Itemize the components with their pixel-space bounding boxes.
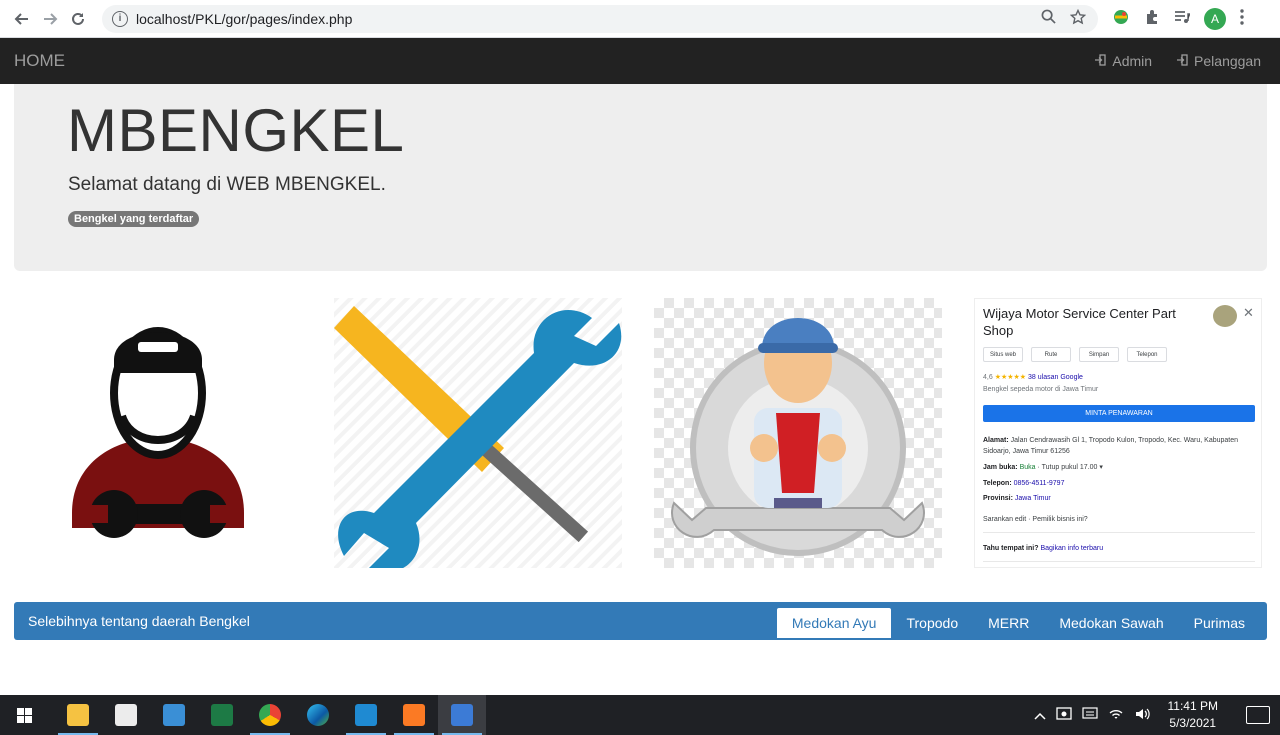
extensions-puzzle-icon[interactable] xyxy=(1144,9,1160,29)
tab-merr[interactable]: MERR xyxy=(973,608,1044,638)
taskbar-contacts[interactable] xyxy=(150,695,198,735)
taskbar-store[interactable] xyxy=(102,695,150,735)
taskbar-chrome[interactable] xyxy=(246,695,294,735)
panel-title: Selebihnya tentang daerah Bengkel xyxy=(28,613,250,629)
login-icon xyxy=(1094,53,1107,69)
tray-app-icon[interactable] xyxy=(1055,706,1072,725)
tab-medokan-sawah[interactable]: Medokan Sawah xyxy=(1044,608,1178,638)
business-address: Alamat: Jalan Cendrawasih Gl 1, Tropodo … xyxy=(983,437,1239,455)
business-phone: Telepon: 0856-4511-9797 xyxy=(983,480,1065,487)
xampp-icon xyxy=(403,704,425,726)
extension-globe-icon[interactable] xyxy=(1112,8,1130,30)
business-photo-thumb xyxy=(1213,305,1237,327)
business-actions: Situs web Rute Simpan Telepon xyxy=(983,347,1167,362)
taskbar-edge[interactable] xyxy=(294,695,342,735)
volume-icon[interactable] xyxy=(1134,707,1150,724)
business-province: Provinsi: Jawa Timur xyxy=(983,495,1051,502)
taskbar-clock[interactable]: 11:41 PM 5/3/2021 xyxy=(1168,698,1218,732)
nav-pelanggan-link[interactable]: Pelanggan xyxy=(1176,53,1261,69)
business-rating: 4,6 ★★★★★ 38 ulasan Google xyxy=(983,374,1083,381)
divider xyxy=(983,532,1255,533)
quote-button: MINTA PENAWARAN xyxy=(983,405,1255,422)
business-name: Wijaya Motor Service Center Part Shop xyxy=(983,306,1176,338)
tab-medokan-ayu[interactable]: Medokan Ayu xyxy=(776,608,892,638)
welcome-text: Selamat datang di WEB MBENGKEL. xyxy=(68,174,386,195)
taskbar-file-explorer[interactable] xyxy=(54,695,102,735)
chevron-up-icon[interactable] xyxy=(1033,708,1046,723)
bookmark-star-icon[interactable] xyxy=(1069,8,1087,29)
start-button[interactable] xyxy=(0,695,48,735)
home-link[interactable]: HOME xyxy=(14,51,65,71)
zoom-search-icon[interactable] xyxy=(1041,9,1056,28)
chrome-icon xyxy=(259,704,281,726)
store-bag-icon xyxy=(115,704,137,726)
area-tabs: Medokan Ayu Tropodo MERR Medokan Sawah P… xyxy=(776,608,1260,638)
taskbar-vscode[interactable] xyxy=(342,695,390,735)
mechanic-avatar-image xyxy=(14,298,302,568)
wifi-icon[interactable] xyxy=(1108,707,1124,724)
phone-action: Telepon xyxy=(1127,347,1167,362)
business-category: Bengkel sepeda motor di Jawa Timur xyxy=(983,386,1099,393)
wrench-screwdriver-image xyxy=(334,298,622,568)
page-title: MBENGKEL xyxy=(67,97,405,164)
folder-icon xyxy=(67,704,89,726)
website-action: Situs web xyxy=(983,347,1023,362)
app-icon xyxy=(451,704,473,726)
taskbar-active-app[interactable] xyxy=(438,695,486,735)
jumbotron: MBENGKEL Selamat datang di WEB MBENGKEL.… xyxy=(14,84,1267,271)
mechanic-cartoon-image xyxy=(654,298,942,568)
save-action: Simpan xyxy=(1079,347,1119,362)
ime-icon[interactable] xyxy=(1081,706,1098,724)
business-info-card: Wijaya Motor Service Center Part Shop ✕ … xyxy=(974,298,1262,568)
vscode-icon xyxy=(355,704,377,726)
login-icon xyxy=(1176,53,1188,69)
excel-icon xyxy=(211,704,233,726)
profile-avatar[interactable]: A xyxy=(1204,7,1226,30)
tab-tropodo[interactable]: Tropodo xyxy=(891,608,973,638)
system-tray: 11:41 PM 5/3/2021 xyxy=(1033,698,1270,732)
area-tabs-panel: Selebihnya tentang daerah Bengkel Medoka… xyxy=(14,602,1267,640)
know-this-place: Tahu tempat ini? Bagikan info terbaru xyxy=(983,545,1104,552)
rating-stars-icon: ★★★★★ xyxy=(994,374,1027,381)
address-bar[interactable]: i localhost/PKL/gor/pages/index.php xyxy=(102,4,1098,33)
tab-purimas[interactable]: Purimas xyxy=(1179,608,1260,638)
browser-toolbar: i localhost/PKL/gor/pages/index.php A xyxy=(0,0,1280,38)
back-arrow-icon[interactable] xyxy=(8,5,36,33)
url-text[interactable]: localhost/PKL/gor/pages/index.php xyxy=(136,11,352,27)
info-icon[interactable]: i xyxy=(112,10,128,27)
taskbar-xampp[interactable] xyxy=(390,695,438,735)
clock-date: 5/3/2021 xyxy=(1169,716,1217,730)
forward-arrow-icon[interactable] xyxy=(36,5,64,33)
windows-logo-icon xyxy=(16,707,32,723)
contact-card-icon xyxy=(163,704,185,726)
nav-admin-link[interactable]: Admin xyxy=(1094,53,1152,69)
business-hours: Jam buka: Buka · Tutup pukul 17.00 ▾ xyxy=(983,464,1103,471)
windows-taskbar: 11:41 PM 5/3/2021 xyxy=(0,695,1280,735)
notification-center-icon[interactable] xyxy=(1246,706,1270,724)
suggest-edit: Sarankan edit · Pemilik bisnis ini? xyxy=(983,516,1088,523)
divider xyxy=(983,561,1255,562)
taskbar-excel[interactable] xyxy=(198,695,246,735)
media-playlist-icon[interactable] xyxy=(1174,9,1190,29)
nav-pelanggan-label: Pelanggan xyxy=(1194,53,1261,69)
registered-badge[interactable]: Bengkel yang terdaftar xyxy=(68,211,200,227)
edge-icon xyxy=(307,704,329,726)
menu-kebab-icon[interactable] xyxy=(1240,8,1244,29)
close-icon: ✕ xyxy=(1243,305,1254,320)
nav-admin-label: Admin xyxy=(1112,53,1153,69)
reload-icon[interactable] xyxy=(64,5,92,33)
route-action: Rute xyxy=(1031,347,1071,362)
clock-time: 11:41 PM xyxy=(1167,699,1218,713)
site-navbar: HOME Admin Pelanggan xyxy=(0,38,1280,84)
